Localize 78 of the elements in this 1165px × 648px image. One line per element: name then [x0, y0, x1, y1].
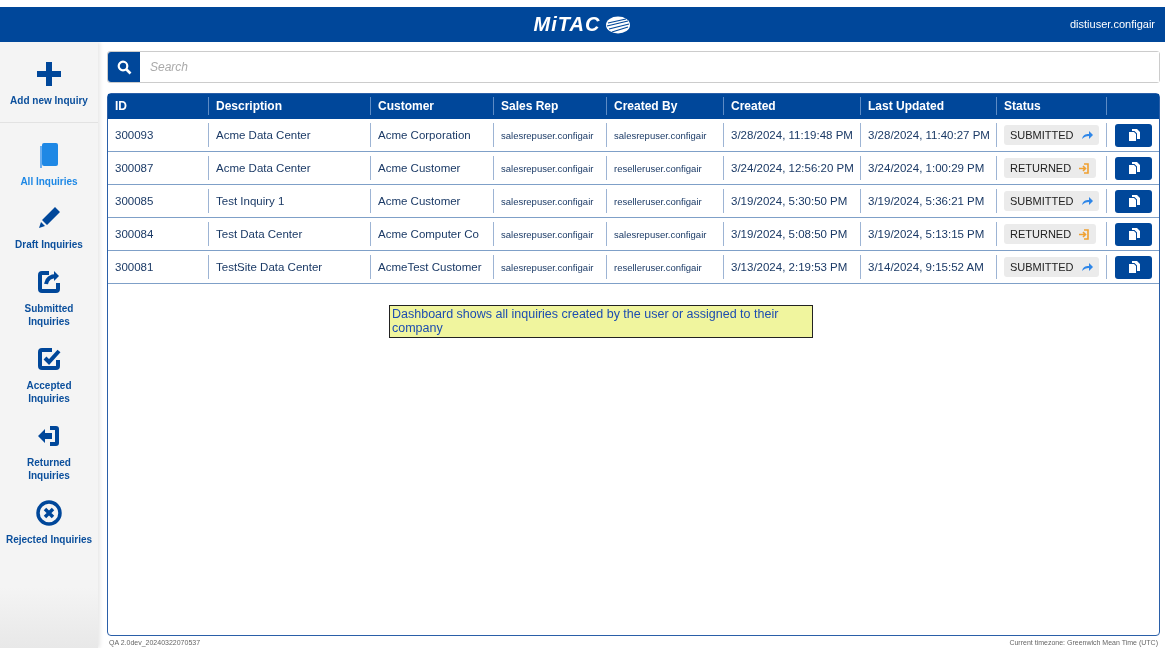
table-cell: reselleruser.configair — [606, 156, 723, 180]
arrow-icon — [1080, 196, 1093, 206]
status-badge: SUBMITTED — [1004, 257, 1099, 277]
table-cell-text: 300087 — [114, 161, 155, 176]
table-cell: Acme Data Center — [208, 123, 370, 147]
copy-icon — [1127, 162, 1140, 174]
table-cell: salesrepuser.configair — [493, 156, 606, 180]
user-name[interactable]: distiuser.configair — [1070, 18, 1155, 30]
column-header[interactable]: Created — [723, 97, 860, 115]
table-cell: Test Data Center — [208, 222, 370, 246]
table-cell: 3/19/2024, 5:08:50 PM — [723, 222, 860, 246]
table-cell: reselleruser.configair — [606, 255, 723, 279]
table-cell: Acme Customer — [370, 189, 493, 213]
table-cell: TestSite Data Center — [208, 255, 370, 279]
arrow-icon — [1080, 262, 1093, 272]
column-header[interactable]: Customer — [370, 97, 493, 115]
copy-icon — [1127, 228, 1140, 240]
table-cell: 3/24/2024, 12:56:20 PM — [723, 156, 860, 180]
circle-x-icon — [35, 498, 63, 527]
copy-button[interactable] — [1115, 189, 1152, 213]
table-cell: 3/13/2024, 2:19:53 PM — [723, 255, 860, 279]
sidebar-item[interactable]: Returned Inquiries — [19, 455, 79, 483]
copy-icon — [1127, 129, 1140, 141]
column-header[interactable]: Status — [996, 97, 1106, 115]
search-field[interactable]: Search — [107, 51, 1160, 83]
table-cell: Acme Customer — [370, 156, 493, 180]
table-cell: 3/19/2024, 5:13:15 PM — [860, 222, 996, 246]
table-cell: 3/28/2024, 11:19:48 PM — [723, 123, 860, 147]
table-cell: salesrepuser.configair — [493, 189, 606, 213]
globe-logo-icon — [605, 15, 632, 34]
table-cell: salesrepuser.configair — [493, 255, 606, 279]
copy-icon — [1127, 261, 1140, 273]
arrow-icon — [1080, 130, 1093, 140]
column-header[interactable]: Created By — [606, 97, 723, 115]
table-cell: 3/28/2024, 11:40:27 PM — [860, 123, 996, 147]
table-cell-text: 300084 — [114, 227, 155, 242]
search-icon — [116, 59, 132, 75]
table-cell: 3/24/2024, 1:00:29 PM — [860, 156, 996, 180]
status-badge: RETURNED — [1004, 224, 1097, 244]
table-cell: Acme Computer Co — [370, 222, 493, 246]
status-badge: SUBMITTED — [1004, 125, 1099, 145]
status-badge: SUBMITTED — [1004, 191, 1099, 211]
copy-button[interactable] — [1115, 255, 1152, 279]
copy-button[interactable] — [1115, 222, 1152, 246]
table-cell: Acme Corporation — [370, 123, 493, 147]
column-header[interactable]: Description — [208, 97, 370, 115]
plus-icon — [35, 60, 63, 88]
table-cell: AcmeTest Customer — [370, 255, 493, 279]
table-cell: salesrepuser.configair — [493, 123, 606, 147]
sidebar-item[interactable]: Accepted Inquiries — [19, 378, 79, 406]
table-cell: salesrepuser.configair — [606, 222, 723, 246]
table-cell: 3/14/2024, 9:15:52 AM — [860, 255, 996, 279]
table-cell-text: 300081 — [114, 260, 155, 275]
table-cell: 3/19/2024, 5:30:50 PM — [723, 189, 860, 213]
sign-in-icon — [1078, 228, 1091, 240]
sidebar-item[interactable]: Draft Inquiries — [15, 238, 83, 252]
table-cell: 3/19/2024, 5:36:21 PM — [860, 189, 996, 213]
table-cell: reselleruser.configair — [606, 189, 723, 213]
sidebar-item[interactable]: Submitted Inquiries — [19, 301, 79, 329]
copy-button[interactable] — [1115, 156, 1152, 180]
table-cell: salesrepuser.configair — [606, 123, 723, 147]
column-header[interactable]: ID — [108, 97, 208, 115]
table-cell: Test Inquiry 1 — [208, 189, 370, 213]
sign-in-icon — [1078, 162, 1091, 174]
table-cell-text: 300093 — [114, 128, 155, 143]
table-cell: salesrepuser.configair — [493, 222, 606, 246]
copy-icon — [1127, 195, 1140, 207]
sidebar-item[interactable]: Rejected Inquiries — [5, 532, 93, 546]
copy-button[interactable] — [1115, 123, 1152, 147]
sidebar-item[interactable]: Add new Inquiry — [10, 94, 88, 108]
note-text: Dashboard shows all inquiries created by the user or assigned to their company — [389, 305, 813, 338]
column-header[interactable]: Last Updated — [860, 97, 996, 115]
table-cell-text: 300085 — [114, 194, 155, 209]
search-button[interactable] — [108, 52, 140, 82]
status-badge: RETURNED — [1004, 158, 1097, 178]
table-cell: Acme Data Center — [208, 156, 370, 180]
column-header[interactable]: Sales Rep — [493, 97, 606, 115]
logo-text: MiTAC — [533, 13, 601, 36]
